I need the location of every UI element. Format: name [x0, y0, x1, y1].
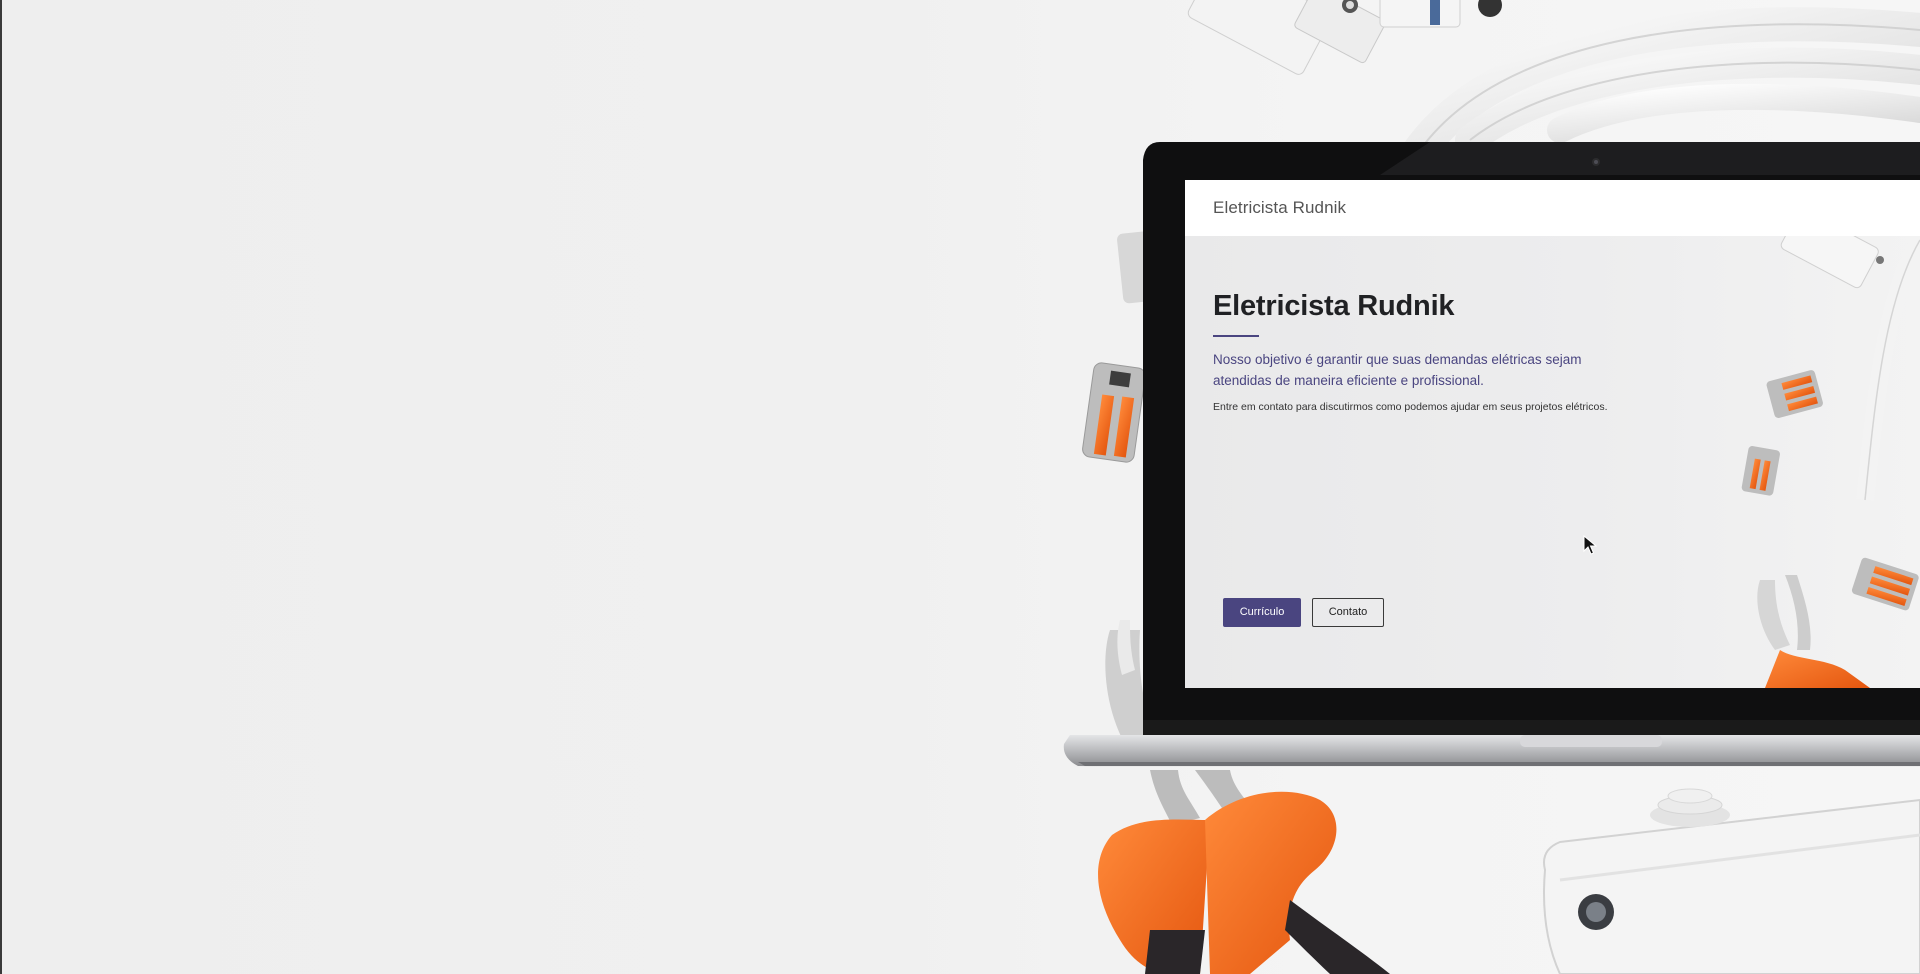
- pliers-orange-bottom: [1098, 770, 1390, 974]
- hero-section: Eletricista Rudnik Nosso objetivo é gara…: [1213, 290, 1653, 413]
- wall-connectors-top: [1187, 0, 1502, 75]
- laptop-screen: Eletricista Rudnik Eletricista Rudnik No…: [1185, 180, 1920, 688]
- cable-coil-top: [1403, 7, 1920, 167]
- mouse-cursor-icon: [1583, 535, 1597, 555]
- hero-note: Entre em contato para discutirmos como p…: [1213, 401, 1608, 413]
- contato-button[interactable]: Contato: [1312, 598, 1384, 627]
- site-header: Eletricista Rudnik: [1185, 180, 1920, 236]
- junction-box: [1543, 788, 1920, 974]
- lever-connector-left: [1082, 362, 1146, 463]
- hero-title: Eletricista Rudnik: [1213, 290, 1455, 322]
- hero-divider: [1213, 335, 1259, 337]
- hero-subtitle: Nosso objetivo é garantir que suas deman…: [1213, 352, 1582, 388]
- site-brand[interactable]: Eletricista Rudnik: [1213, 198, 1346, 218]
- curriculo-button[interactable]: Currículo: [1223, 598, 1301, 627]
- desktop-scene: Eletricista Rudnik Eletricista Rudnik No…: [0, 0, 1920, 974]
